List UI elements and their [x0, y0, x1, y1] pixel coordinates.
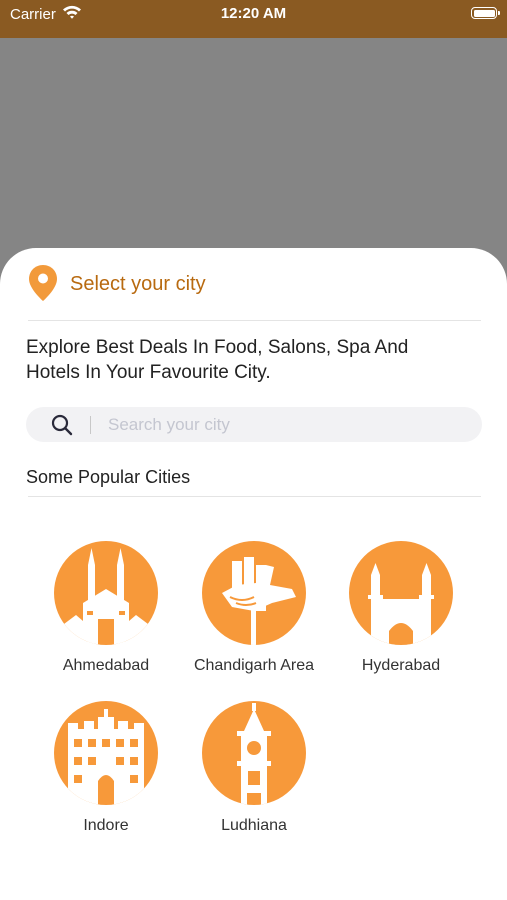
- popular-cities-heading: Some Popular Cities: [26, 467, 191, 487]
- city-label: Chandigarh Area: [193, 657, 315, 674]
- battery-icon: [471, 7, 500, 19]
- sheet-title: Select your city: [70, 273, 206, 295]
- city-label: Ludhiana: [221, 817, 287, 834]
- clock-time: 12:20 AM: [220, 5, 287, 22]
- section-divider: [28, 496, 481, 497]
- city-label: Indore: [83, 817, 129, 834]
- hyderabad-charminar-icon: [349, 541, 453, 645]
- indore-palace-icon: [54, 701, 158, 805]
- location-pin-icon: [28, 264, 58, 307]
- search-icon: [51, 414, 73, 441]
- search-separator: [90, 416, 91, 434]
- city-item-chandigarh-area[interactable]: Chandigarh Area: [179, 541, 329, 675]
- city-search-bar[interactable]: [26, 407, 482, 442]
- header-divider: [28, 320, 481, 321]
- city-search-input[interactable]: [108, 409, 468, 440]
- ludhiana-clock-tower-icon: [202, 701, 306, 805]
- city-item-indore[interactable]: Indore: [31, 701, 181, 835]
- city-item-hyderabad[interactable]: Hyderabad: [326, 541, 476, 675]
- city-selection-sheet: Select your city Explore Best Deals In F…: [0, 248, 507, 900]
- chandigarh-open-hand-icon: [202, 541, 306, 645]
- city-label: Ahmedabad: [62, 657, 150, 674]
- ahmedabad-mosque-icon: [54, 541, 158, 645]
- status-bar: Carrier 12:20 AM: [0, 0, 507, 38]
- city-item-ludhiana[interactable]: Ludhiana: [179, 701, 329, 835]
- city-label: Hyderabad: [361, 657, 441, 674]
- city-item-ahmedabad[interactable]: Ahmedabad: [31, 541, 181, 675]
- page-description: Explore Best Deals In Food, Salons, Spa …: [26, 337, 409, 383]
